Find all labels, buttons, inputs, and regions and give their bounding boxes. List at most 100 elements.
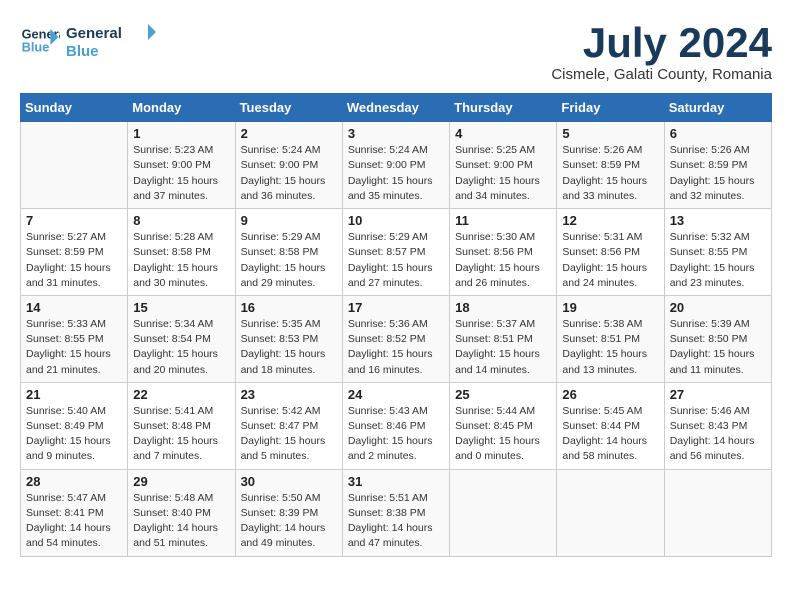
calendar-cell: 24 Sunrise: 5:43 AMSunset: 8:46 PMDayligh… (342, 382, 449, 469)
day-number: 10 (348, 213, 444, 228)
weekday-header-thursday: Thursday (450, 94, 557, 122)
day-info: Sunrise: 5:23 AMSunset: 9:00 PMDaylight:… (133, 143, 229, 204)
calendar-cell: 26 Sunrise: 5:45 AMSunset: 8:44 PMDayligh… (557, 382, 664, 469)
calendar-cell: 20 Sunrise: 5:39 AMSunset: 8:50 PMDayligh… (664, 295, 771, 382)
day-number: 30 (241, 474, 337, 489)
day-number: 14 (26, 300, 122, 315)
day-number: 28 (26, 474, 122, 489)
calendar-cell: 6Sunrise: 5:26 AMSunset: 8:59 PMDaylight… (664, 122, 771, 209)
day-info: Sunrise: 5:33 AMSunset: 8:55 PMDaylight:… (26, 317, 122, 378)
day-info: Sunrise: 5:39 AMSunset: 8:50 PMDaylight:… (670, 317, 766, 378)
day-info: Sunrise: 5:41 AMSunset: 8:48 PMDaylight:… (133, 404, 229, 465)
location: Cismele, Galati County, Romania (551, 66, 772, 83)
day-info: Sunrise: 5:24 AMSunset: 9:00 PMDaylight:… (348, 143, 444, 204)
month-title: July 2024 (551, 20, 772, 66)
calendar-cell: 14 Sunrise: 5:33 AMSunset: 8:55 PMDayligh… (21, 295, 128, 382)
day-info: Sunrise: 5:47 AMSunset: 8:41 PMDaylight:… (26, 491, 122, 552)
logo-svg: General Blue (66, 20, 156, 62)
day-info: Sunrise: 5:28 AMSunset: 8:58 PMDaylight:… (133, 230, 229, 291)
day-info: Sunrise: 5:32 AMSunset: 8:55 PMDaylight:… (670, 230, 766, 291)
calendar-cell: 22 Sunrise: 5:41 AMSunset: 8:48 PMDayligh… (128, 382, 235, 469)
day-info: Sunrise: 5:43 AMSunset: 8:46 PMDaylight:… (348, 404, 444, 465)
day-number: 2 (241, 126, 337, 141)
day-number: 21 (26, 387, 122, 402)
calendar-cell: 2Sunrise: 5:24 AMSunset: 9:00 PMDaylight… (235, 122, 342, 209)
day-info: Sunrise: 5:42 AMSunset: 8:47 PMDaylight:… (241, 404, 337, 465)
svg-text:General: General (66, 25, 122, 42)
day-number: 18 (455, 300, 551, 315)
calendar-cell: 12 Sunrise: 5:31 AMSunset: 8:56 PMDayligh… (557, 209, 664, 296)
weekday-header-monday: Monday (128, 94, 235, 122)
calendar-cell: 21 Sunrise: 5:40 AMSunset: 8:49 PMDayligh… (21, 382, 128, 469)
day-number: 20 (670, 300, 766, 315)
calendar-cell: 3 Sunrise: 5:24 AMSunset: 9:00 PMDaylight… (342, 122, 449, 209)
day-number: 25 (455, 387, 551, 402)
day-number: 13 (670, 213, 766, 228)
calendar-cell (557, 469, 664, 556)
day-info: Sunrise: 5:34 AMSunset: 8:54 PMDaylight:… (133, 317, 229, 378)
calendar-cell: 5Sunrise: 5:26 AMSunset: 8:59 PMDaylight… (557, 122, 664, 209)
day-info: Sunrise: 5:38 AMSunset: 8:51 PMDaylight:… (562, 317, 658, 378)
day-number: 29 (133, 474, 229, 489)
day-info: Sunrise: 5:44 AMSunset: 8:45 PMDaylight:… (455, 404, 551, 465)
calendar-cell: 29 Sunrise: 5:48 AMSunset: 8:40 PMDayligh… (128, 469, 235, 556)
svg-text:Blue: Blue (66, 43, 99, 60)
calendar-cell: 9 Sunrise: 5:29 AMSunset: 8:58 PMDaylight… (235, 209, 342, 296)
calendar-cell (664, 469, 771, 556)
calendar-cell: 19Sunrise: 5:38 AMSunset: 8:51 PMDayligh… (557, 295, 664, 382)
calendar-cell: 25 Sunrise: 5:44 AMSunset: 8:45 PMDayligh… (450, 382, 557, 469)
calendar-cell (21, 122, 128, 209)
day-info: Sunrise: 5:45 AMSunset: 8:44 PMDaylight:… (562, 404, 658, 465)
day-info: Sunrise: 5:48 AMSunset: 8:40 PMDaylight:… (133, 491, 229, 552)
day-number: 1 (133, 126, 229, 141)
calendar-cell (450, 469, 557, 556)
day-number: 9 (241, 213, 337, 228)
calendar-cell: 27 Sunrise: 5:46 AMSunset: 8:43 PMDayligh… (664, 382, 771, 469)
title-block: July 2024 Cismele, Galati County, Romani… (551, 20, 772, 83)
day-number: 26 (562, 387, 658, 402)
weekday-header-sunday: Sunday (21, 94, 128, 122)
calendar-cell: 11Sunrise: 5:30 AMSunset: 8:56 PMDayligh… (450, 209, 557, 296)
day-number: 11 (455, 213, 551, 228)
day-info: Sunrise: 5:26 AMSunset: 8:59 PMDaylight:… (562, 143, 658, 204)
svg-text:Blue: Blue (22, 39, 50, 54)
calendar-cell: 23 Sunrise: 5:42 AMSunset: 8:47 PMDayligh… (235, 382, 342, 469)
day-number: 8 (133, 213, 229, 228)
day-info: Sunrise: 5:35 AMSunset: 8:53 PMDaylight:… (241, 317, 337, 378)
week-row-1: 1 Sunrise: 5:23 AMSunset: 9:00 PMDaylight… (21, 122, 772, 209)
calendar-cell: 7Sunrise: 5:27 AMSunset: 8:59 PMDaylight… (21, 209, 128, 296)
week-row-3: 14 Sunrise: 5:33 AMSunset: 8:55 PMDayligh… (21, 295, 772, 382)
week-row-5: 28 Sunrise: 5:47 AMSunset: 8:41 PMDayligh… (21, 469, 772, 556)
calendar-cell: 8 Sunrise: 5:28 AMSunset: 8:58 PMDaylight… (128, 209, 235, 296)
day-info: Sunrise: 5:51 AMSunset: 8:38 PMDaylight:… (348, 491, 444, 552)
calendar-cell: 15 Sunrise: 5:34 AMSunset: 8:54 PMDayligh… (128, 295, 235, 382)
day-number: 23 (241, 387, 337, 402)
day-info: Sunrise: 5:36 AMSunset: 8:52 PMDaylight:… (348, 317, 444, 378)
calendar-cell: 28 Sunrise: 5:47 AMSunset: 8:41 PMDayligh… (21, 469, 128, 556)
day-number: 31 (348, 474, 444, 489)
day-number: 22 (133, 387, 229, 402)
week-row-4: 21 Sunrise: 5:40 AMSunset: 8:49 PMDayligh… (21, 382, 772, 469)
day-info: Sunrise: 5:37 AMSunset: 8:51 PMDaylight:… (455, 317, 551, 378)
day-number: 12 (562, 213, 658, 228)
calendar-cell: 31 Sunrise: 5:51 AMSunset: 8:38 PMDayligh… (342, 469, 449, 556)
day-number: 24 (348, 387, 444, 402)
day-number: 4 (455, 126, 551, 141)
day-info: Sunrise: 5:29 AMSunset: 8:58 PMDaylight:… (241, 230, 337, 291)
weekday-header-row: SundayMondayTuesdayWednesdayThursdayFrid… (21, 94, 772, 122)
calendar-cell: 16 Sunrise: 5:35 AMSunset: 8:53 PMDayligh… (235, 295, 342, 382)
day-info: Sunrise: 5:27 AMSunset: 8:59 PMDaylight:… (26, 230, 122, 291)
day-info: Sunrise: 5:46 AMSunset: 8:43 PMDaylight:… (670, 404, 766, 465)
day-info: Sunrise: 5:31 AMSunset: 8:56 PMDaylight:… (562, 230, 658, 291)
day-info: Sunrise: 5:40 AMSunset: 8:49 PMDaylight:… (26, 404, 122, 465)
day-info: Sunrise: 5:26 AMSunset: 8:59 PMDaylight:… (670, 143, 766, 204)
day-info: Sunrise: 5:29 AMSunset: 8:57 PMDaylight:… (348, 230, 444, 291)
day-number: 3 (348, 126, 444, 141)
day-number: 27 (670, 387, 766, 402)
calendar-cell: 10 Sunrise: 5:29 AMSunset: 8:57 PMDayligh… (342, 209, 449, 296)
weekday-header-saturday: Saturday (664, 94, 771, 122)
day-info: Sunrise: 5:50 AMSunset: 8:39 PMDaylight:… (241, 491, 337, 552)
week-row-2: 7Sunrise: 5:27 AMSunset: 8:59 PMDaylight… (21, 209, 772, 296)
day-number: 16 (241, 300, 337, 315)
day-number: 15 (133, 300, 229, 315)
